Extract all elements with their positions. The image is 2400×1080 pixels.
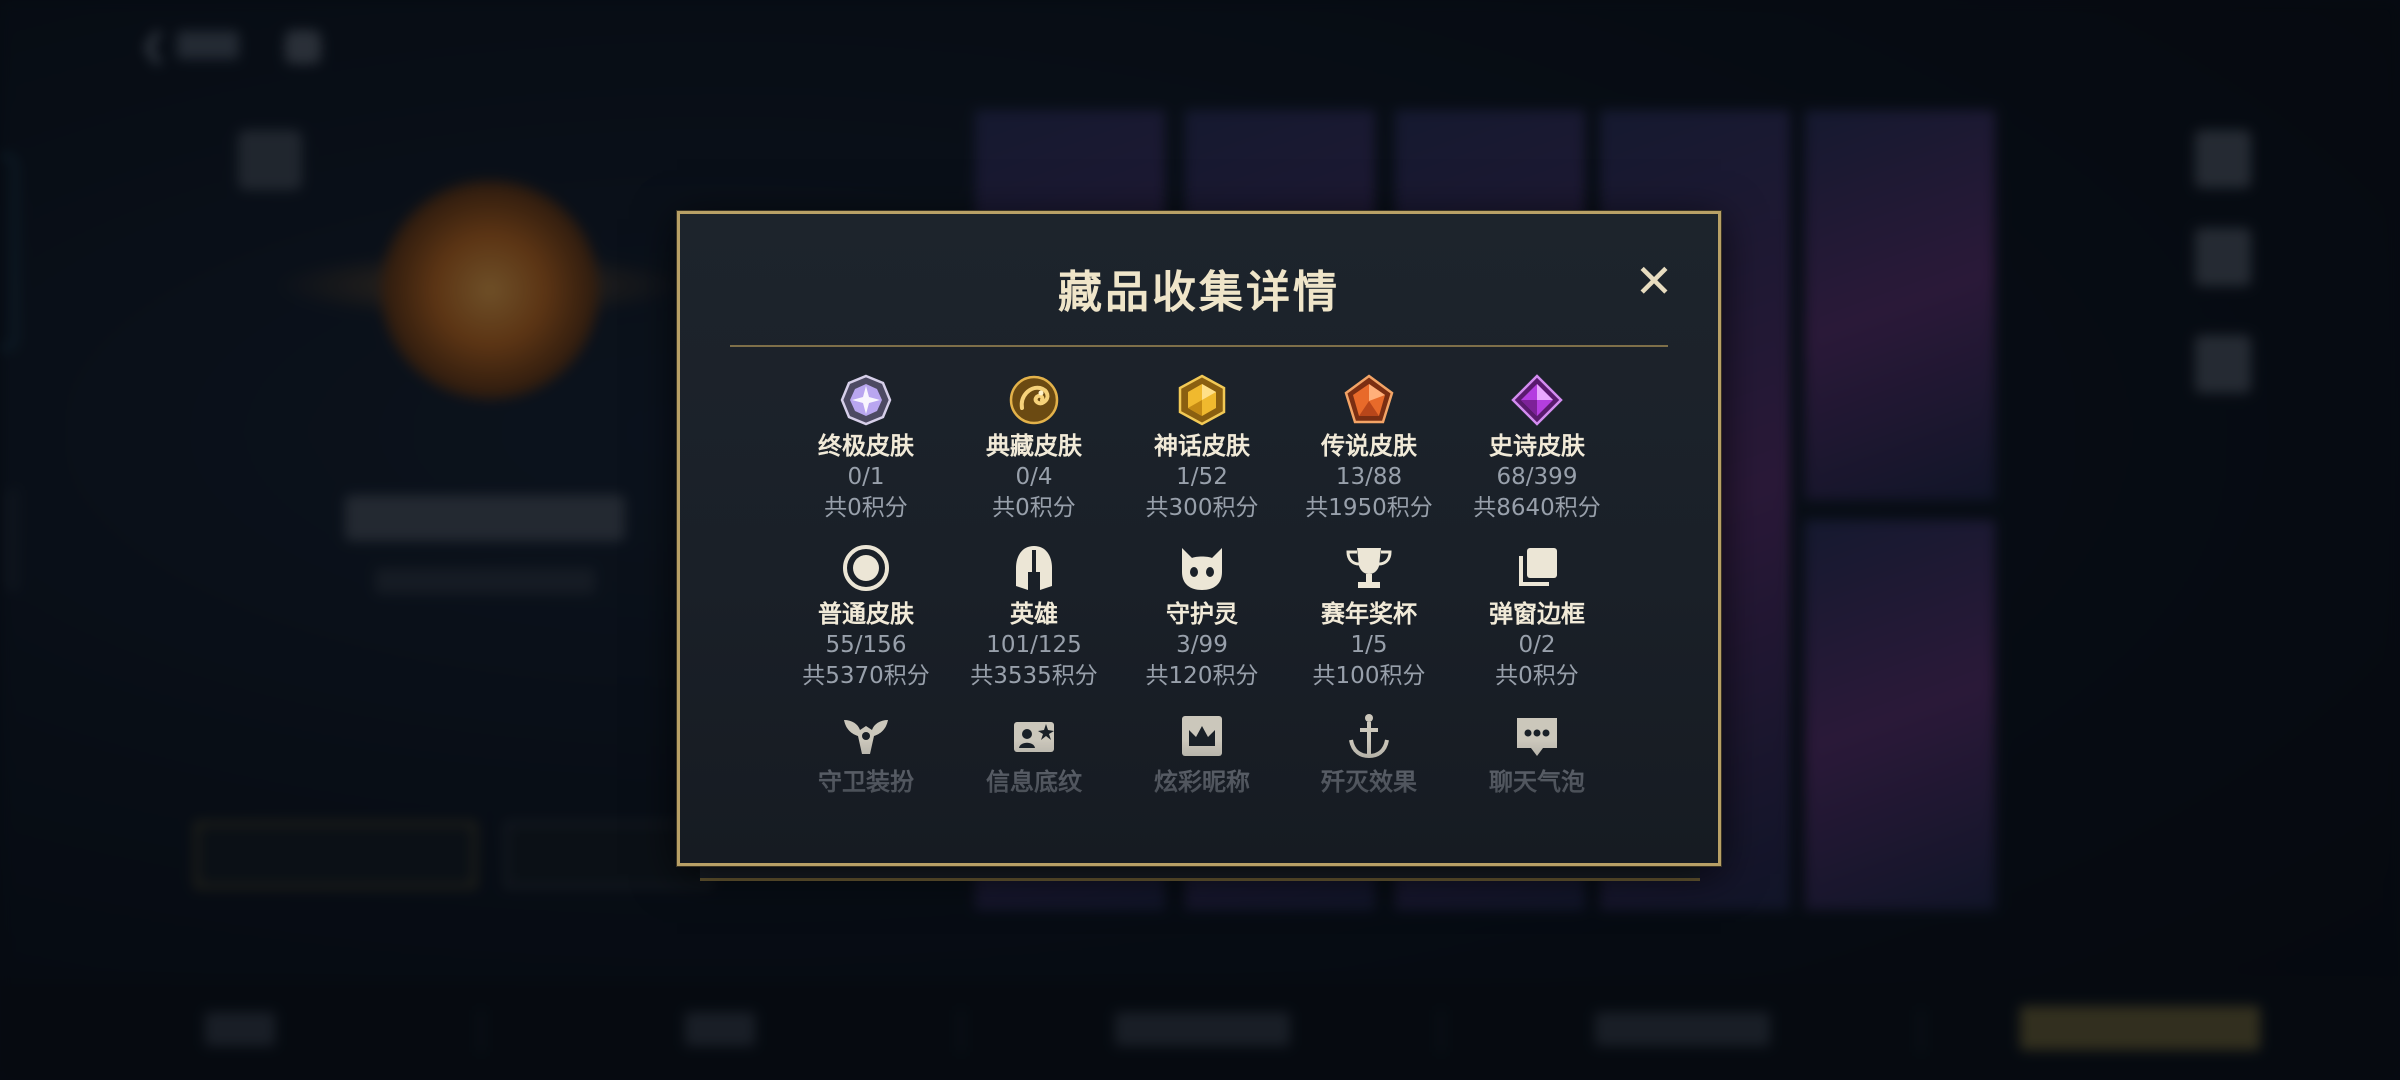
item-name: 聊天气泡 <box>1489 768 1585 796</box>
collection-item: 典藏皮肤 0/4 共0积分 <box>950 374 1118 524</box>
info-card-icon <box>1014 722 1054 752</box>
collection-item: 英雄 101/125 共3535积分 <box>950 542 1118 692</box>
collection-item: 弹窗边框 0/2 共0积分 <box>1453 542 1621 692</box>
item-points: 共0积分 <box>824 495 908 521</box>
title-divider <box>730 345 1668 347</box>
item-points: 共8640积分 <box>1473 495 1601 521</box>
collection-item: 传说皮肤 13/88 共1950积分 <box>1285 374 1453 524</box>
mythic-skin-icon <box>1178 374 1226 426</box>
item-name: 歼灭效果 <box>1321 768 1417 796</box>
item-count: 0/4 <box>1015 464 1053 490</box>
item-name: 炫彩昵称 <box>1154 768 1250 796</box>
collection-item: 炫彩昵称 <box>1118 710 1286 798</box>
item-name: 神话皮肤 <box>1154 432 1250 460</box>
item-count: 101/125 <box>986 632 1082 658</box>
item-name: 守卫装扮 <box>818 768 914 796</box>
item-name: 传说皮肤 <box>1321 432 1417 460</box>
item-points: 共120积分 <box>1145 663 1259 689</box>
item-points: 共1950积分 <box>1305 495 1433 521</box>
item-name: 赛年奖杯 <box>1321 600 1417 628</box>
trophy-icon <box>1346 548 1392 588</box>
item-count: 13/88 <box>1335 464 1403 490</box>
collection-item: 神话皮肤 1/52 共300积分 <box>1118 374 1286 524</box>
ultimate-skin-icon <box>840 374 892 426</box>
collection-item: 信息底纹 <box>950 710 1118 798</box>
close-button[interactable]: ✕ <box>1630 257 1678 305</box>
guardian-spirit-icon <box>1182 548 1222 590</box>
item-points: 共0积分 <box>992 495 1076 521</box>
item-count: 55/156 <box>825 632 907 658</box>
collection-item: 史诗皮肤 68/399 共8640积分 <box>1453 374 1621 524</box>
legendary-skin-icon <box>1344 374 1394 424</box>
collection-row: 普通皮肤 55/156 共5370积分 英雄 101/125 共3535积分 守… <box>680 542 1718 702</box>
nickname-crown-icon <box>1182 716 1222 756</box>
collection-item: 终极皮肤 0/1 共0积分 <box>782 374 950 524</box>
item-count: 3/99 <box>1176 632 1228 658</box>
collection-details-modal: 藏品收集详情 ✕ 终极皮肤 0/1 共0积分 典藏皮肤 0/4 共0积分 神话皮… <box>677 211 1721 866</box>
collection-row: 终极皮肤 0/1 共0积分 典藏皮肤 0/4 共0积分 神话皮肤 1/52 共3… <box>680 374 1718 534</box>
item-name: 英雄 <box>1010 600 1058 628</box>
popup-frame-icon <box>1519 548 1557 586</box>
modal-title: 藏品收集详情 <box>1058 267 1340 318</box>
item-points: 共5370积分 <box>802 663 930 689</box>
chat-bubble-icon <box>1517 718 1557 756</box>
item-name: 守护灵 <box>1166 600 1238 628</box>
item-count: 1/52 <box>1176 464 1228 490</box>
item-name: 终极皮肤 <box>818 432 914 460</box>
item-points: 共300积分 <box>1145 495 1259 521</box>
screen: ❮ 藏品收集详情 ✕ <box>0 0 2400 1080</box>
kill-effect-icon <box>1349 714 1389 759</box>
collection-row: 守卫装扮 信息底纹 炫彩昵称 歼灭效果 聊天气泡 <box>680 710 1718 844</box>
normal-skin-icon <box>843 545 889 591</box>
item-count: 0/2 <box>1518 632 1556 658</box>
hero-helmet-icon <box>1016 546 1052 590</box>
item-name: 信息底纹 <box>986 768 1082 796</box>
collection-item: 歼灭效果 <box>1285 710 1453 798</box>
item-count: 68/399 <box>1496 464 1578 490</box>
legacy-dragon-skin-icon <box>1009 375 1059 425</box>
collection-grid[interactable]: 终极皮肤 0/1 共0积分 典藏皮肤 0/4 共0积分 神话皮肤 1/52 共3… <box>680 374 1718 844</box>
collection-item: 守护灵 3/99 共120积分 <box>1118 542 1286 692</box>
item-name: 史诗皮肤 <box>1489 432 1585 460</box>
item-count: 1/5 <box>1350 632 1388 658</box>
item-name: 弹窗边框 <box>1489 600 1585 628</box>
collection-item: 普通皮肤 55/156 共5370积分 <box>782 542 950 692</box>
collection-item: 聊天气泡 <box>1453 710 1621 798</box>
close-icon: ✕ <box>1634 254 1674 308</box>
item-name: 普通皮肤 <box>818 600 914 628</box>
item-points: 共0积分 <box>1495 663 1579 689</box>
guard-outfit-icon <box>844 720 888 754</box>
collection-item: 守卫装扮 <box>782 710 950 798</box>
item-name: 典藏皮肤 <box>986 432 1082 460</box>
item-count: 0/1 <box>847 464 885 490</box>
epic-skin-icon <box>1511 374 1563 426</box>
collection-item: 赛年奖杯 1/5 共100积分 <box>1285 542 1453 692</box>
item-points: 共3535积分 <box>970 663 1098 689</box>
item-points: 共100积分 <box>1312 663 1426 689</box>
